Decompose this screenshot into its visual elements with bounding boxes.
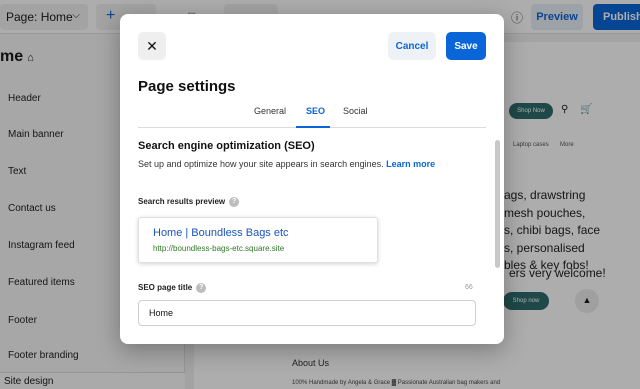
active-tab-indicator <box>296 126 330 128</box>
search-result-preview: Home | Boundless Bags etc http://boundle… <box>138 217 378 263</box>
scrollbar-thumb[interactable] <box>495 140 500 268</box>
seo-page-title-label: SEO page title? <box>138 283 207 293</box>
search-preview-label: Search results preview? <box>138 197 240 207</box>
tab-general[interactable]: General <box>254 106 286 116</box>
seo-page-title-label-text: SEO page title <box>138 283 193 293</box>
seo-page-title-input[interactable]: Home <box>138 300 476 326</box>
dialog-scrollbar[interactable] <box>495 138 500 338</box>
preview-result-title: Home | Boundless Bags etc <box>153 227 289 239</box>
close-button[interactable]: ✕ <box>138 32 166 60</box>
seo-description-text: Set up and optimize how your site appear… <box>138 159 384 169</box>
character-count: 66 <box>465 284 473 291</box>
help-icon[interactable]: ? <box>229 197 240 207</box>
tab-seo[interactable]: SEO <box>306 106 325 116</box>
preview-result-url: http://boundless-bags-etc.square.site <box>153 244 285 253</box>
search-preview-label-text: Search results preview <box>138 197 226 207</box>
close-icon: ✕ <box>146 38 158 54</box>
dialog-title: Page settings <box>138 78 236 95</box>
settings-tabs: General SEO Social <box>138 104 486 128</box>
help-icon[interactable]: ? <box>196 283 207 293</box>
cancel-button[interactable]: Cancel <box>388 32 436 60</box>
seo-heading: Search engine optimization (SEO) <box>138 140 315 152</box>
page-settings-dialog: ✕ Cancel Save Page settings General SEO … <box>120 14 504 344</box>
learn-more-link[interactable]: Learn more <box>386 159 435 169</box>
seo-description: Set up and optimize how your site appear… <box>138 159 435 169</box>
save-button[interactable]: Save <box>446 32 486 60</box>
tab-social[interactable]: Social <box>343 106 368 116</box>
